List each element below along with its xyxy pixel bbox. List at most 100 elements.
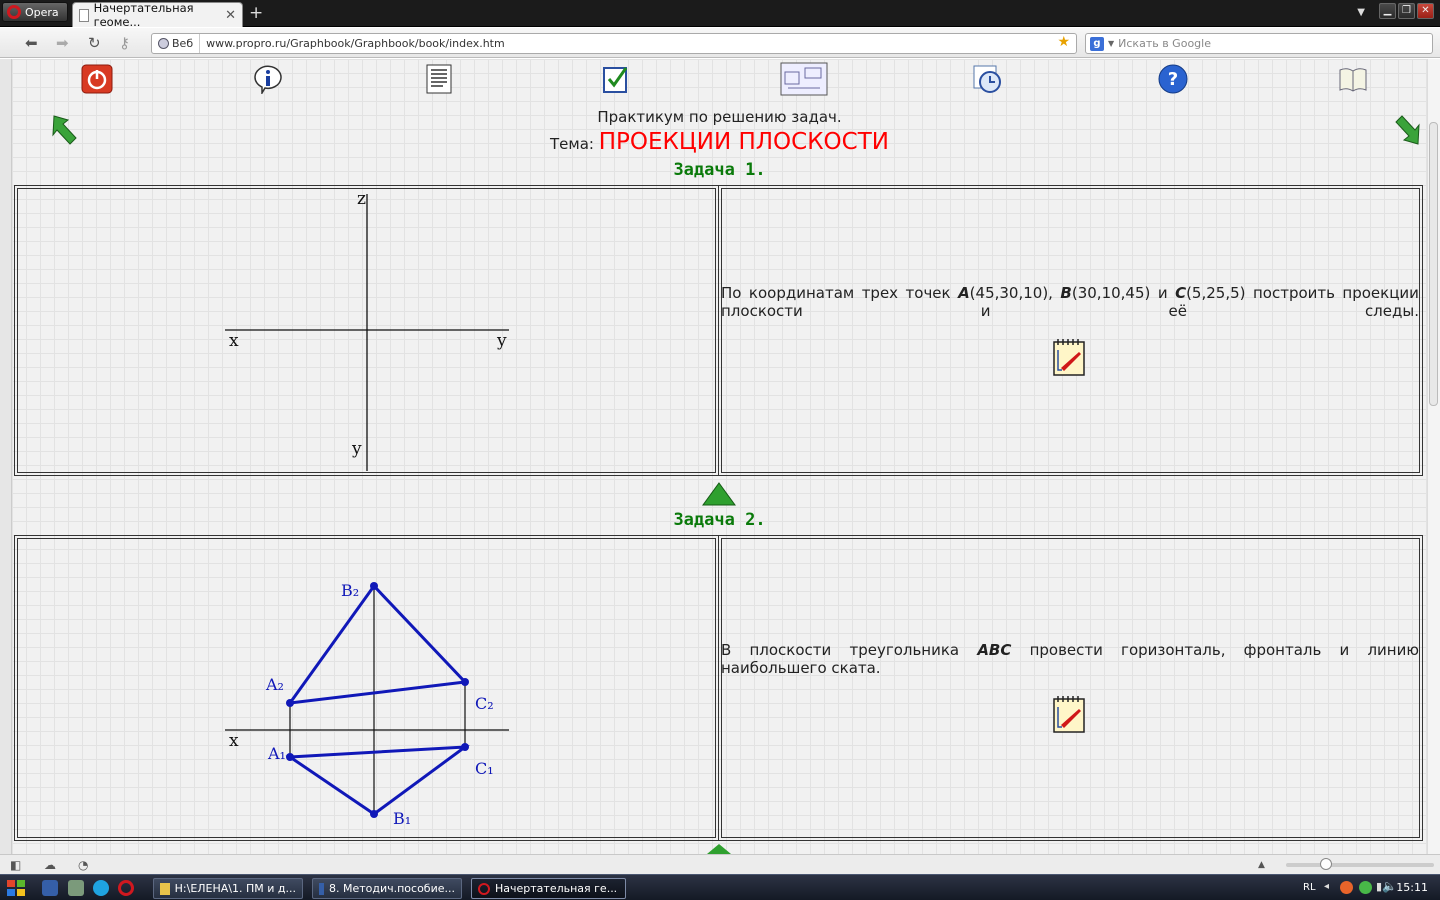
browser-toolbar: ⬅ ➡ ↻ ⚷ Веб www.propro.ru/Graphbook/Grap… (0, 28, 1440, 58)
point-a1 (286, 753, 294, 761)
web-badge[interactable]: Веб (152, 34, 201, 53)
task-1-text-panel (718, 185, 1423, 476)
start-windows-icon[interactable] (6, 879, 26, 897)
help-icon[interactable]: ? (1157, 64, 1189, 94)
opera-menu-label: Opera (25, 5, 59, 19)
reload-icon[interactable]: ↻ (88, 34, 101, 52)
scrollbar-thumb[interactable] (1429, 122, 1438, 406)
y-axis-right-label: y (496, 331, 507, 351)
tray-app-icon[interactable] (1340, 881, 1353, 894)
task-1-title: Задача 1. (673, 160, 766, 180)
scroll-to-top-arrow-icon[interactable] (701, 481, 737, 507)
bookmark-star-icon[interactable]: ★ (1057, 34, 1070, 50)
word-quicklaunch-icon[interactable] (42, 880, 58, 896)
browser-status-bar: ◧ ☁ ◔ ▲ (0, 854, 1440, 874)
drawing-icon[interactable] (780, 62, 828, 96)
turbo-icon[interactable]: ◔ (78, 858, 88, 872)
task-1-axes-drawing: z x y y (225, 189, 509, 471)
point-c-label: C (1175, 284, 1187, 302)
search-field[interactable]: g ▼ Искать в Google (1085, 33, 1433, 54)
tray-check-icon[interactable] (1359, 881, 1372, 894)
label-a2: A₂ (265, 675, 284, 694)
checklist-icon[interactable] (602, 64, 634, 94)
task-2-triangle-drawing: B₂ A₂ C₂ A₁ C₁ B₁ x (225, 581, 509, 828)
task-1-notepad-icon[interactable] (1053, 338, 1085, 376)
svg-text:?: ? (1168, 69, 1178, 90)
book-icon[interactable] (1337, 64, 1369, 94)
info-icon[interactable] (252, 64, 284, 94)
opera-quicklaunch-icon[interactable] (118, 880, 134, 896)
globe-icon (158, 38, 169, 49)
point-b-label: B (1060, 284, 1072, 302)
panel-toggle-icon[interactable]: ◧ (10, 858, 21, 872)
page-icon (79, 8, 89, 22)
point-b-coords: (30,10,45) (1071, 284, 1151, 302)
address-bar[interactable]: Веб www.propro.ru/Graphbook/Graphbook/bo… (151, 33, 1077, 54)
pen-quicklaunch-icon[interactable] (68, 880, 84, 896)
minimize-icon[interactable]: ▁ (1379, 3, 1396, 19)
point-c2 (461, 678, 469, 686)
task-2-text-before: В плоскости треугольника (721, 641, 960, 659)
tab-menu-chevron-icon[interactable]: ▼ (1357, 7, 1365, 18)
browser-title-bar: Opera Начертательная геоме... ✕ + ▼ ▁ ❐ … (0, 0, 1440, 29)
web-badge-label: Веб (172, 37, 194, 50)
and-word: и (1157, 284, 1168, 302)
theme-title: ПРОЕКЦИИ ПЛОСКОСТИ (598, 129, 889, 155)
browser-tab-active[interactable]: Начертательная геоме... ✕ (72, 1, 243, 29)
task-1-text: По координатам трех точек A(45,30,10), B… (721, 284, 1419, 320)
language-indicator[interactable]: RL (1303, 882, 1316, 893)
power-icon[interactable] (81, 64, 113, 94)
x-axis-label: x (229, 731, 239, 751)
document-icon[interactable] (423, 64, 455, 94)
point-a-coords: (45,30,10), (969, 284, 1053, 302)
opera-menu-button[interactable]: Opera (2, 2, 68, 22)
point-c1 (461, 743, 469, 751)
task-2-text: В плоскости треугольника ABC провести го… (721, 641, 1419, 677)
window-controls: ▁ ❐ ✕ (1379, 3, 1434, 19)
partial-up-arrow-icon[interactable] (707, 844, 731, 854)
close-tab-icon[interactable]: ✕ (225, 8, 236, 23)
zoom-slider-knob[interactable] (1320, 858, 1332, 870)
task-2-notepad-icon[interactable] (1053, 695, 1085, 733)
z-axis-label: z (357, 189, 366, 209)
taskbar-item-folder-label: H:\ЕЛЕНА\1. ПМ и д... (174, 882, 296, 895)
tray-expand-icon[interactable]: ◂ (1324, 881, 1329, 892)
search-engine-chevron-icon[interactable]: ▼ (1108, 39, 1114, 48)
skype-quicklaunch-icon[interactable] (93, 880, 109, 896)
opera-logo-icon (7, 5, 21, 19)
back-icon[interactable]: ⬅ (25, 34, 38, 52)
frontal-projection-triangle (286, 583, 469, 705)
task-1-text-before: По координатам трех точек (721, 284, 951, 302)
taskbar-item-opera-label: Начертательная ге... (495, 882, 618, 895)
volume-icon[interactable]: 🔈 (1382, 879, 1397, 893)
key-icon[interactable]: ⚷ (119, 34, 130, 52)
taskbar-item-word-label: 8. Методич.пособие... (328, 882, 455, 895)
google-icon[interactable]: g (1090, 36, 1104, 51)
point-b2 (370, 582, 378, 590)
taskbar-item-folder[interactable]: H:\ЕЛЕНА\1. ПМ и д... (153, 878, 303, 899)
clock-icon[interactable] (972, 64, 1004, 94)
theme-prefix: Тема: (550, 135, 594, 153)
taskbar-item-word[interactable]: 8. Методич.пособие... (312, 878, 462, 899)
cloud-icon[interactable]: ☁ (44, 858, 56, 872)
new-tab-icon[interactable]: + (249, 3, 263, 23)
page-heading-line1: Практикум по решению задач. (597, 108, 842, 126)
label-b2: B₂ (341, 581, 359, 600)
task-2-title: Задача 2. (673, 510, 766, 530)
taskbar-item-opera[interactable]: Начертательная ге... (471, 878, 626, 899)
clock[interactable]: 15:11 (1396, 881, 1428, 894)
forward-icon[interactable]: ➡ (56, 34, 69, 52)
horizontal-projection-triangle (285, 745, 470, 816)
triangle-abc-label: ABC (977, 641, 1012, 659)
point-a2 (286, 699, 294, 707)
restore-icon[interactable]: ❐ (1398, 3, 1415, 19)
zoom-slider[interactable] (1286, 863, 1434, 867)
word-icon (319, 882, 324, 895)
zoom-view-icon[interactable]: ▲ (1258, 860, 1265, 870)
url-text[interactable]: www.propro.ru/Graphbook/Graphbook/book/i… (200, 37, 505, 50)
point-c-coords: (5,25,5) (1186, 284, 1246, 302)
x-axis-label: x (229, 331, 239, 351)
close-window-icon[interactable]: ✕ (1417, 3, 1434, 19)
search-placeholder: Искать в Google (1118, 37, 1211, 50)
left-side-panel (0, 59, 12, 854)
